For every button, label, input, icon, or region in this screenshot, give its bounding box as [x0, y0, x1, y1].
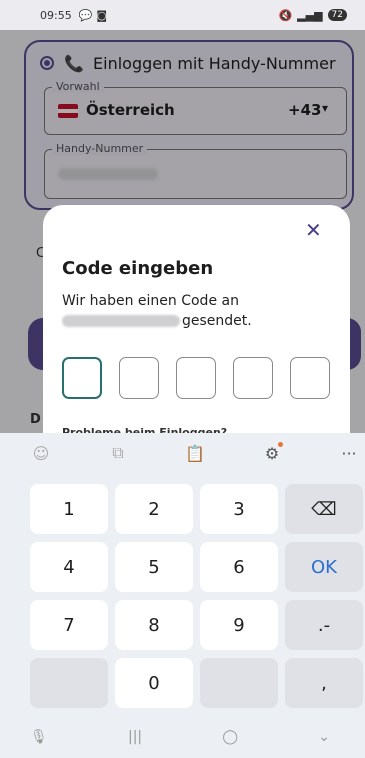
key-7[interactable]: 7	[30, 600, 108, 650]
dialog-title: Code eingeben	[62, 258, 214, 279]
close-icon[interactable]: ✕	[305, 218, 322, 242]
backspace-key[interactable]: ⌫	[285, 484, 363, 534]
key-6[interactable]: 6	[200, 542, 278, 592]
redacted-phone	[62, 315, 180, 327]
mute-icon: 🔇	[278, 8, 293, 22]
key-2[interactable]: 2	[115, 484, 193, 534]
more-icon[interactable]: ···	[338, 444, 360, 463]
code-digit-input-3[interactable]	[176, 357, 216, 399]
chat-notification-icon: 💬	[78, 8, 93, 22]
recent-apps-icon[interactable]: |||	[128, 729, 142, 745]
signal-icon: ▂▄▆	[297, 8, 323, 22]
empty-key-left	[30, 658, 108, 708]
clipboard-icon[interactable]: 📋	[184, 444, 206, 463]
key-9[interactable]: 9	[200, 600, 278, 650]
sticker-icon[interactable]: ⧉	[107, 443, 129, 463]
key-8[interactable]: 8	[115, 600, 193, 650]
dot-dash-key[interactable]: .-	[285, 600, 363, 650]
home-icon[interactable]: ◯	[222, 729, 238, 745]
clock: 09:55	[40, 8, 72, 22]
screenshot-icon: ◙	[96, 8, 108, 22]
ok-key[interactable]: OK	[285, 542, 363, 592]
emoji-icon[interactable]: ☺	[30, 444, 52, 463]
code-digit-input-4[interactable]	[233, 357, 273, 399]
back-chevron-icon[interactable]: ⌄	[318, 729, 330, 745]
battery-badge: 72	[327, 9, 347, 21]
keyboard-toolbar: ☺ ⧉ 📋 ⚙ ···	[30, 439, 360, 467]
key-0[interactable]: 0	[115, 658, 193, 708]
key-1[interactable]: 1	[30, 484, 108, 534]
system-nav-bar: 🎙 ||| ◯ ⌄	[30, 722, 330, 752]
code-digit-input-1[interactable]	[62, 357, 102, 399]
key-4[interactable]: 4	[30, 542, 108, 592]
code-digit-input-5[interactable]	[290, 357, 330, 399]
key-3[interactable]: 3	[200, 484, 278, 534]
backspace-icon: ⌫	[311, 498, 337, 520]
dialog-description: Wir haben einen Code an gesendet.	[62, 293, 252, 329]
settings-icon[interactable]: ⚙	[261, 441, 283, 463]
numeric-keyboard	[0, 433, 365, 758]
status-bar: 09:55 💬 ◙ 🔇 ▂▄▆ 72	[0, 0, 365, 30]
code-digit-input-2[interactable]	[119, 357, 159, 399]
empty-key-right	[200, 658, 278, 708]
key-5[interactable]: 5	[115, 542, 193, 592]
microphone-icon[interactable]: 🎙	[30, 729, 48, 745]
comma-key[interactable]: ,	[285, 658, 363, 708]
